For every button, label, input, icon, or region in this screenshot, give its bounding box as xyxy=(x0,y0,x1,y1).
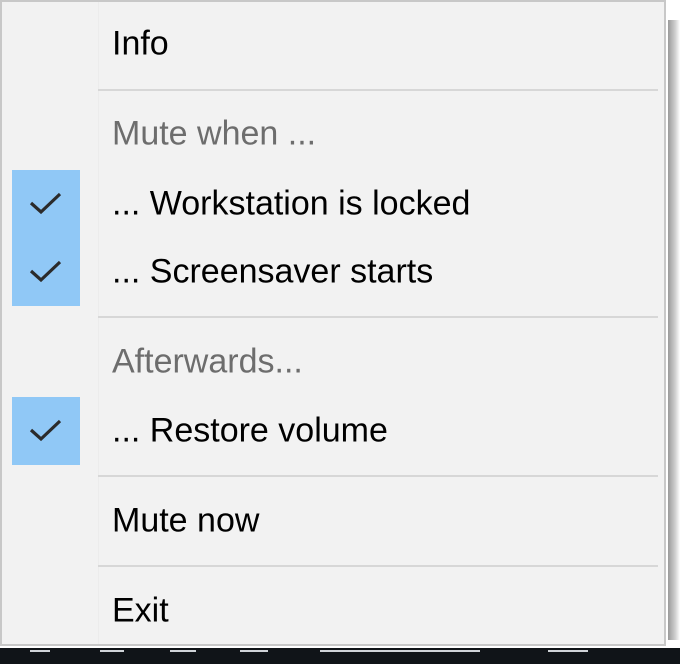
checkmark-icon xyxy=(29,260,62,283)
context-menu: Info Mute when ... ... Workstation is lo… xyxy=(0,0,666,646)
check-highlight xyxy=(12,397,80,465)
menu-shadow xyxy=(668,20,680,640)
menu-item-label: Info xyxy=(112,24,169,63)
menu-item-restore-volume[interactable]: ... Restore volume xyxy=(2,397,664,465)
menu-header-label: Mute when ... xyxy=(112,114,317,153)
menu-header-afterwards: Afterwards... xyxy=(2,328,664,396)
menu-item-exit[interactable]: Exit xyxy=(2,577,664,645)
menu-header-label: Afterwards... xyxy=(112,342,303,381)
menu-item-label: Exit xyxy=(112,591,169,630)
menu-separator xyxy=(98,475,658,477)
menu-header-mute-when: Mute when ... xyxy=(2,100,664,168)
taskbar xyxy=(0,648,680,664)
menu-item-label: ... Workstation is locked xyxy=(112,184,471,223)
checkmark-icon xyxy=(29,419,62,442)
menu-item-workstation-locked[interactable]: ... Workstation is locked xyxy=(2,170,664,238)
menu-item-label: Mute now xyxy=(112,501,260,540)
check-highlight xyxy=(12,238,80,306)
menu-item-label: ... Restore volume xyxy=(112,411,388,450)
menu-separator xyxy=(98,565,658,567)
menu-separator xyxy=(98,316,658,318)
menu-item-screensaver-starts[interactable]: ... Screensaver starts xyxy=(2,238,664,306)
menu-item-info[interactable]: Info xyxy=(2,10,664,78)
checkmark-icon xyxy=(29,192,62,215)
menu-item-mute-now[interactable]: Mute now xyxy=(2,487,664,555)
menu-separator xyxy=(98,89,658,91)
menu-item-label: ... Screensaver starts xyxy=(112,252,434,291)
check-highlight xyxy=(12,170,80,238)
